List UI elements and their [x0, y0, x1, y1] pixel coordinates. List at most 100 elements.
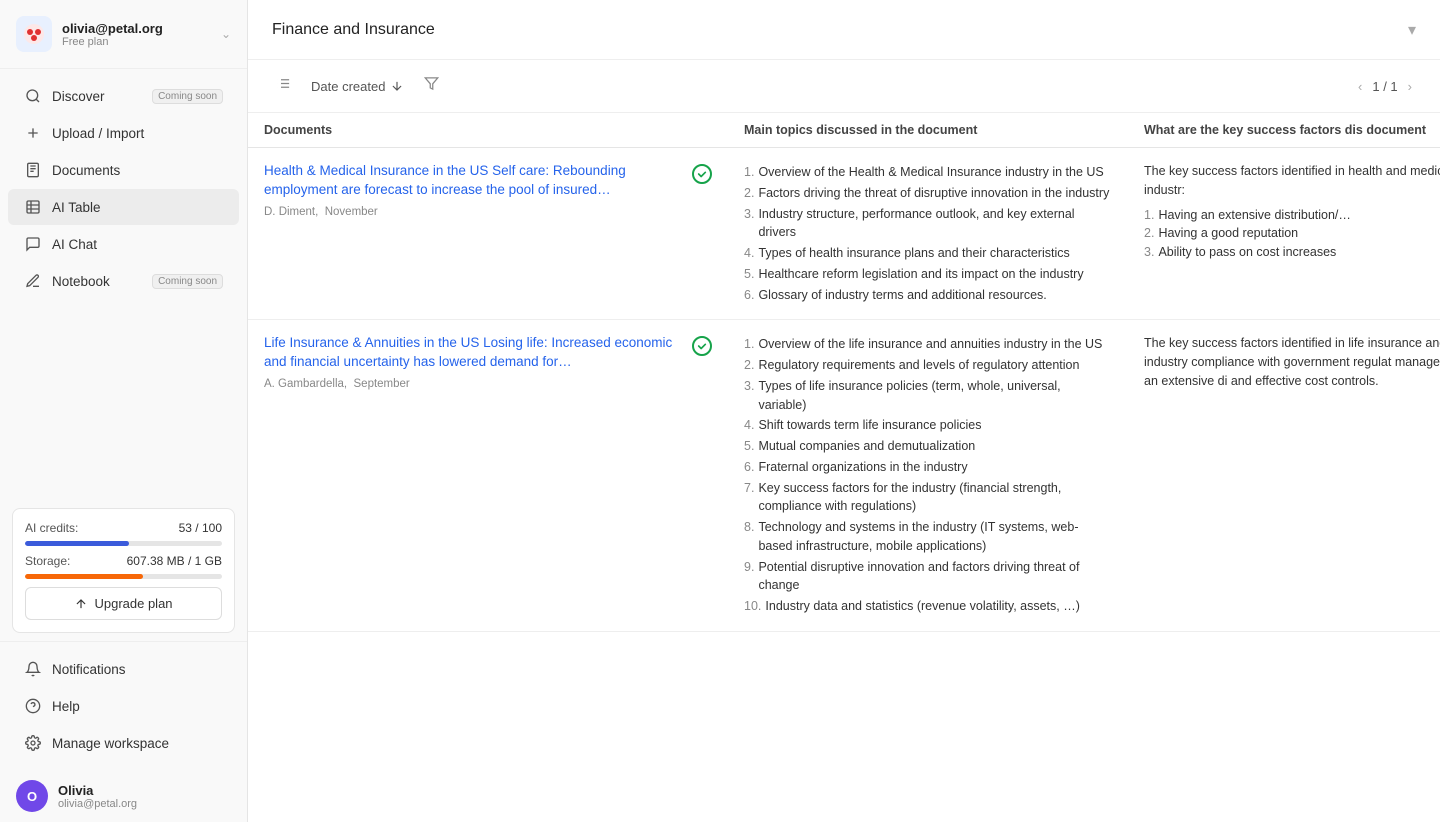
storage-value: 607.38 MB / 1 GB [127, 554, 222, 568]
list-item: 2.Factors driving the threat of disrupti… [744, 183, 1112, 204]
list-item: 1.Having an extensive distribution/… [1144, 206, 1440, 225]
user-avatar: O [16, 780, 48, 812]
footer-user-details: Olivia olivia@petal.org [58, 783, 137, 810]
help-icon [24, 697, 42, 715]
upgrade-icon [74, 597, 88, 611]
doc-date-1: November [325, 206, 378, 218]
checkmark-svg [697, 169, 707, 179]
sidebar-item-documents[interactable]: Documents [8, 152, 239, 188]
credits-progress-bar [25, 541, 222, 546]
credits-value: 53 / 100 [179, 521, 222, 535]
nav-item-label: Help [52, 699, 80, 714]
col-documents: Documents [248, 113, 728, 148]
topics-cell-2: 1.Overview of the life insurance and ann… [728, 320, 1128, 632]
next-page-button[interactable]: › [1404, 77, 1416, 96]
list-item: 8.Technology and systems in the industry… [744, 517, 1112, 557]
doc-cell-2: Life Insurance & Annuities in the US Los… [248, 320, 728, 632]
doc-title-link-2[interactable]: Life Insurance & Annuities in the US Los… [264, 334, 712, 372]
notebook-badge: Coming soon [152, 274, 223, 289]
sidebar-item-notebook[interactable]: Notebook Coming soon [8, 263, 239, 299]
user-email: olivia@petal.org [62, 21, 211, 36]
check-icon-2 [692, 336, 712, 356]
sidebar-item-ai-table[interactable]: AI Table [8, 189, 239, 225]
sidebar-chevron-icon[interactable]: ⌄ [221, 27, 231, 41]
page-info: 1 / 1 [1372, 79, 1397, 94]
list-item: 4.Types of health insurance plans and th… [744, 243, 1112, 264]
list-item: 3.Ability to pass on cost increases [1144, 243, 1440, 262]
nav-item-label: AI Chat [52, 237, 97, 252]
list-item: 6.Fraternal organizations in the industr… [744, 457, 1112, 478]
table-row: Health & Medical Insurance in the US Sel… [248, 148, 1440, 320]
pencil-icon [24, 272, 42, 290]
storage-progress-bar [25, 574, 222, 579]
sidebar-item-upload[interactable]: Upload / Import [8, 115, 239, 151]
list-item: 1.Overview of the life insurance and ann… [744, 334, 1112, 355]
sidebar-header[interactable]: olivia@petal.org Free plan ⌄ [0, 0, 247, 69]
footer-user-name: Olivia [58, 783, 137, 798]
prev-page-button[interactable]: ‹ [1354, 77, 1366, 96]
gear-icon [24, 734, 42, 752]
header-chevron-icon[interactable]: ▾ [1408, 20, 1416, 40]
toolbar: Date created ‹ 1 / 1 › [248, 60, 1440, 113]
credits-label: AI credits: [25, 521, 78, 535]
nav-item-label: Notifications [52, 662, 126, 677]
list-item: 4.Shift towards term life insurance poli… [744, 415, 1112, 436]
col-main-topics: Main topics discussed in the document [728, 113, 1128, 148]
table-icon [24, 198, 42, 216]
check-icon-1 [692, 164, 712, 184]
topics-list-2: 1.Overview of the life insurance and ann… [744, 334, 1112, 617]
document-icon [24, 161, 42, 179]
ksf-intro-2: The key success factors identified in li… [1144, 334, 1440, 390]
list-item: 5.Mutual companies and demutualization [744, 436, 1112, 457]
table-wrapper: Documents Main topics discussed in the d… [248, 113, 1440, 822]
search-icon [24, 87, 42, 105]
list-item: 3.Industry structure, performance outloo… [744, 204, 1112, 244]
sort-label: Date created [311, 79, 385, 94]
sidebar: olivia@petal.org Free plan ⌄ Discover Co… [0, 0, 248, 822]
documents-table: Documents Main topics discussed in the d… [248, 113, 1440, 632]
list-item: 2.Having a good reputation [1144, 224, 1440, 243]
sidebar-user-footer[interactable]: O Olivia olivia@petal.org [0, 770, 247, 822]
nav-item-label: Upload / Import [52, 126, 144, 141]
sidebar-nav: Discover Coming soon Upload / Import Doc… [0, 69, 247, 500]
list-item: 9.Potential disruptive innovation and fa… [744, 557, 1112, 597]
top-bar: Finance and Insurance ▾ [248, 0, 1440, 60]
doc-meta-1: D. Diment, November [264, 206, 712, 218]
plus-icon [24, 124, 42, 142]
filter-icon[interactable] [420, 72, 443, 100]
sidebar-item-notifications[interactable]: Notifications [8, 651, 239, 687]
sidebar-item-discover[interactable]: Discover Coming soon [8, 78, 239, 114]
user-plan: Free plan [62, 36, 211, 48]
chat-icon [24, 235, 42, 253]
pagination: ‹ 1 / 1 › [1354, 77, 1416, 96]
upgrade-plan-button[interactable]: Upgrade plan [25, 587, 222, 620]
doc-title-text-1: Health & Medical Insurance in the US Sel… [264, 162, 684, 200]
table-row: Life Insurance & Annuities in the US Los… [248, 320, 1440, 632]
sort-down-icon [390, 79, 404, 93]
doc-cell-1: Health & Medical Insurance in the US Sel… [248, 148, 728, 320]
ksf-list-1: 1.Having an extensive distribution/… 2.H… [1144, 206, 1440, 262]
discover-badge: Coming soon [152, 89, 223, 104]
list-item: 5.Healthcare reform legislation and its … [744, 264, 1112, 285]
ksf-cell-1: The key success factors identified in he… [1128, 148, 1440, 320]
credits-progress-fill [25, 541, 129, 546]
sort-button[interactable]: Date created [303, 75, 412, 98]
sidebar-item-ai-chat[interactable]: AI Chat [8, 226, 239, 262]
topics-list-1: 1.Overview of the Health & Medical Insur… [744, 162, 1112, 305]
list-item: 2.Regulatory requirements and levels of … [744, 355, 1112, 376]
list-item: 7.Key success factors for the industry (… [744, 478, 1112, 518]
sidebar-item-manage-workspace[interactable]: Manage workspace [8, 725, 239, 761]
doc-author-2: A. Gambardella [264, 378, 344, 390]
doc-date-2: September [354, 378, 410, 390]
nav-item-label: AI Table [52, 200, 101, 215]
doc-title-link-1[interactable]: Health & Medical Insurance in the US Sel… [264, 162, 712, 200]
bell-icon [24, 660, 42, 678]
storage-progress-fill [25, 574, 143, 579]
workspace-title: Finance and Insurance [272, 21, 435, 39]
nav-item-label: Documents [52, 163, 120, 178]
doc-meta-2: A. Gambardella, September [264, 378, 712, 390]
sidebar-item-help[interactable]: Help [8, 688, 239, 724]
filter-lines-icon[interactable] [272, 72, 295, 100]
app-logo [16, 16, 52, 52]
storage-label: Storage: [25, 554, 70, 568]
